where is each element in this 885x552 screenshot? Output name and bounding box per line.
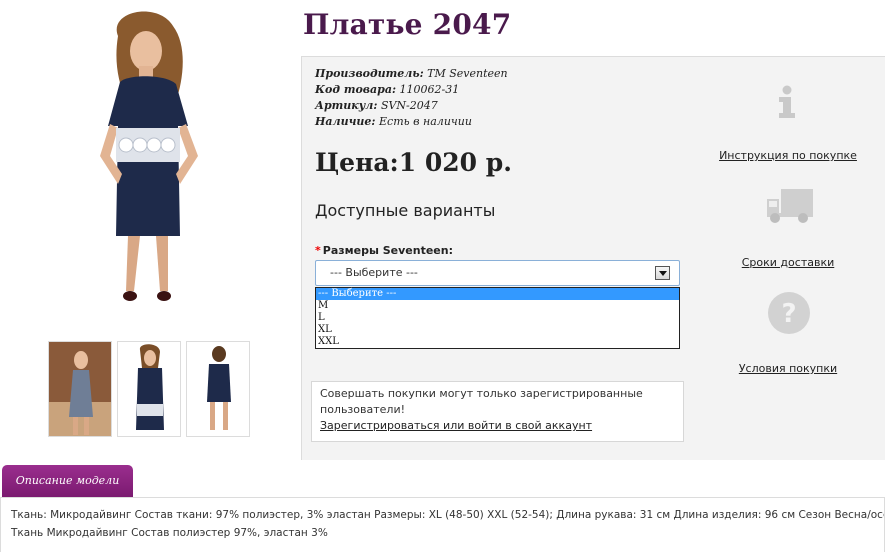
- article-label: Артикул:: [315, 99, 378, 112]
- chevron-down-icon[interactable]: [655, 266, 670, 280]
- instruction-label: Инструкция по покупке: [719, 149, 857, 162]
- thumbnail-3[interactable]: [186, 341, 250, 437]
- size-option[interactable]: M: [316, 300, 679, 312]
- manufacturer-label: Производитель:: [315, 67, 424, 80]
- required-mark: *: [315, 244, 321, 257]
- product-main-image[interactable]: [48, 6, 248, 316]
- tab-description[interactable]: Описание модели: [2, 465, 133, 497]
- thumbnail-1[interactable]: [48, 341, 112, 437]
- availability-value: Есть в наличии: [379, 115, 472, 128]
- terms-link[interactable]: Условия покупки: [718, 362, 858, 375]
- description-line-2: Ткань Микродайвинг Состав полиэстер 97%,…: [11, 527, 328, 539]
- description-line-1: Ткань: Микродайвинг Состав ткани: 97% по…: [11, 509, 885, 521]
- variants-heading: Доступные варианты: [315, 201, 496, 220]
- size-option[interactable]: XXL: [316, 336, 679, 348]
- thumbnail-2[interactable]: [117, 341, 181, 437]
- info-icon[interactable]: [776, 85, 798, 123]
- notice-text: Совершать покупки могут только зарегистр…: [320, 387, 643, 416]
- svg-text:?: ?: [781, 299, 796, 329]
- description-panel: Ткань: Микродайвинг Состав ткани: 97% по…: [0, 497, 885, 552]
- manufacturer-value: ТМ Seventeen: [427, 67, 508, 80]
- size-option[interactable]: L: [316, 312, 679, 324]
- size-label-text: Размеры Seventeen:: [322, 244, 453, 257]
- instruction-link[interactable]: Инструкция по покупке: [718, 149, 858, 162]
- size-select-value: --- Выберите ---: [330, 266, 418, 279]
- delivery-label: Сроки доставки: [741, 256, 835, 269]
- size-select[interactable]: --- Выберите ---: [315, 260, 680, 286]
- question-icon[interactable]: ?: [767, 291, 811, 339]
- terms-label: Условия покупки: [738, 362, 838, 375]
- availability-label: Наличие:: [315, 115, 376, 128]
- page-title: Платье 2047: [303, 8, 512, 41]
- truck-icon[interactable]: [765, 187, 815, 229]
- product-price: Цена:1 020 р.: [315, 148, 512, 177]
- product-meta: Производитель: ТМ Seventeen Код товара: …: [315, 66, 508, 130]
- size-option[interactable]: --- Выберите ---: [316, 288, 679, 300]
- size-dropdown-list: --- Выберите --- M L XL XXL: [315, 287, 680, 349]
- login-notice: Совершать покупки могут только зарегистр…: [311, 381, 684, 442]
- code-value: 110062-31: [399, 83, 460, 96]
- login-link[interactable]: Зарегистрироваться или войти в свой акка…: [320, 418, 675, 434]
- product-info-panel: Производитель: ТМ Seventeen Код товара: …: [301, 56, 885, 460]
- size-option[interactable]: XL: [316, 324, 679, 336]
- delivery-link[interactable]: Сроки доставки: [718, 256, 858, 269]
- article-value: SVN-2047: [380, 99, 438, 112]
- code-label: Код товара:: [315, 83, 397, 96]
- size-label: * Размеры Seventeen:: [315, 244, 453, 257]
